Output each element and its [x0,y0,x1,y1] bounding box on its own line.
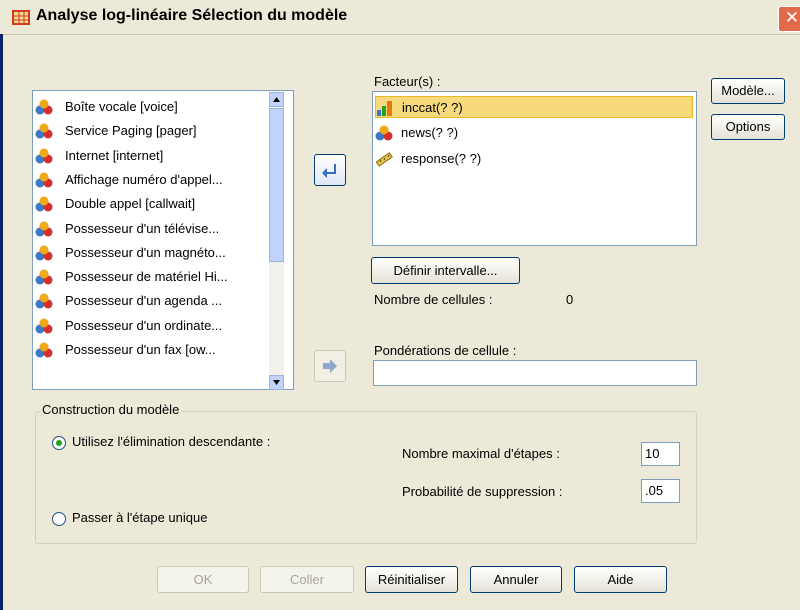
model-building-title: Construction du modèle [40,402,182,417]
list-item-label: Boîte vocale [voice] [65,99,178,114]
list-item-label: Possesseur d'un télévise... [65,220,220,236]
model-button[interactable]: Modèle... [711,78,785,104]
arrow-right-icon [323,359,337,373]
list-item-label: Service Paging [pager] [65,123,197,139]
nominal-icon [35,318,53,334]
nominal-icon [35,293,53,309]
nominal-icon [35,269,53,285]
factors-label: Facteur(s) : [374,74,441,89]
list-item-label: Possesseur d'un magnéto... [65,244,226,260]
list-item[interactable]: Possesseur de matériel Hi... [35,266,267,288]
prob-removal-field[interactable]: .05 [641,479,680,503]
list-item-label: Internet [internet] [65,147,164,163]
backward-elimination-label[interactable]: Utilisez l'élimination descendante : [72,434,270,449]
list-item-label: Affichage numéro d'appel... [65,171,223,187]
list-item[interactable]: Double appel [callwait] [35,193,267,215]
cell-weights-field[interactable] [373,360,697,386]
move-to-factors-button[interactable] [314,154,346,186]
nominal-icon [35,99,53,115]
list-item[interactable]: Possesseur d'un télévise... [35,218,267,240]
ordinal-icon [377,101,392,116]
list-item[interactable]: Possesseur d'un agenda ... [35,290,267,312]
nominal-icon [375,125,393,141]
factor-item-label: inccat(? ?) [402,100,463,115]
list-item-label: Possesseur d'un ordinate... [65,317,223,333]
list-item-label: Double appel [callwait] [65,196,196,212]
arrow-up-icon [273,97,280,102]
close-button[interactable]: ✕ [778,6,800,32]
move-to-weights-button[interactable] [314,350,346,382]
factor-item-label: response(? ?) [401,151,482,166]
list-item[interactable]: Service Paging [pager] [35,120,267,142]
scroll-down-button[interactable] [269,375,284,390]
cell-weights-label: Pondérations de cellule : [374,343,517,358]
nominal-icon [35,196,53,212]
factor-item-label: news(? ?) [401,125,459,140]
list-item[interactable]: Possesseur d'un ordinate... [35,315,267,337]
scroll-thumb[interactable] [269,108,284,262]
factor-item[interactable]: response(? ?) [375,148,675,170]
ok-button[interactable]: OK [157,566,249,593]
scrollbar[interactable] [269,92,284,390]
nominal-icon [35,245,53,261]
radio-selected-dot [56,440,62,446]
list-item[interactable]: Possesseur d'un magnéto... [35,242,267,264]
factor-item[interactable]: inccat(? ?) [375,96,693,118]
list-item[interactable]: Affichage numéro d'appel... [35,169,267,191]
options-button[interactable]: Options [711,114,785,140]
reset-button[interactable]: Réinitialiser [365,566,458,593]
scroll-up-button[interactable] [269,92,284,107]
single-step-label[interactable]: Passer à l'étape unique [72,510,207,525]
nominal-icon [35,342,53,358]
window-frame [0,34,3,610]
prob-removal-label: Probabilité de suppression : [402,484,563,499]
window-title: Analyse log-linéaire Sélection du modèle [36,7,348,24]
nominal-icon [35,172,53,188]
list-item[interactable]: Internet [internet] [35,145,267,167]
define-range-button[interactable]: Définir intervalle... [371,257,520,284]
nominal-icon [35,123,53,139]
nominal-icon [35,221,53,236]
single-step-radio[interactable] [52,512,66,526]
title-bar: Analyse log-linéaire Sélection du modèle… [0,0,800,35]
factors-list[interactable]: inccat(? ?) news(? ?) response(? ?) [372,91,697,246]
list-item[interactable]: Boîte vocale [voice] [35,96,267,118]
cancel-button[interactable]: Annuler [470,566,562,593]
nominal-icon [35,148,53,164]
list-item[interactable]: Possesseur d'un fax [ow... [35,339,267,361]
max-steps-field[interactable]: 10 [641,442,680,466]
max-steps-label: Nombre maximal d'étapes : [402,446,560,461]
cells-count-label: Nombre de cellules : [374,292,493,307]
arrow-left-icon [322,164,336,178]
dialog-icon [12,10,30,25]
paste-button[interactable]: Coller [260,566,354,593]
factor-item[interactable]: news(? ?) [375,122,675,144]
cells-count-value: 0 [566,292,574,307]
arrow-down-icon [273,380,280,385]
help-button[interactable]: Aide [574,566,667,593]
list-item-label: Possesseur d'un fax [ow... [65,342,216,357]
list-item-label: Possesseur de matériel Hi... [65,269,228,285]
scale-icon [375,152,393,167]
list-item-label: Possesseur d'un agenda ... [65,293,223,309]
backward-elimination-radio[interactable] [52,436,66,450]
source-variable-list[interactable]: Boîte vocale [voice] Service Paging [page… [32,90,294,390]
